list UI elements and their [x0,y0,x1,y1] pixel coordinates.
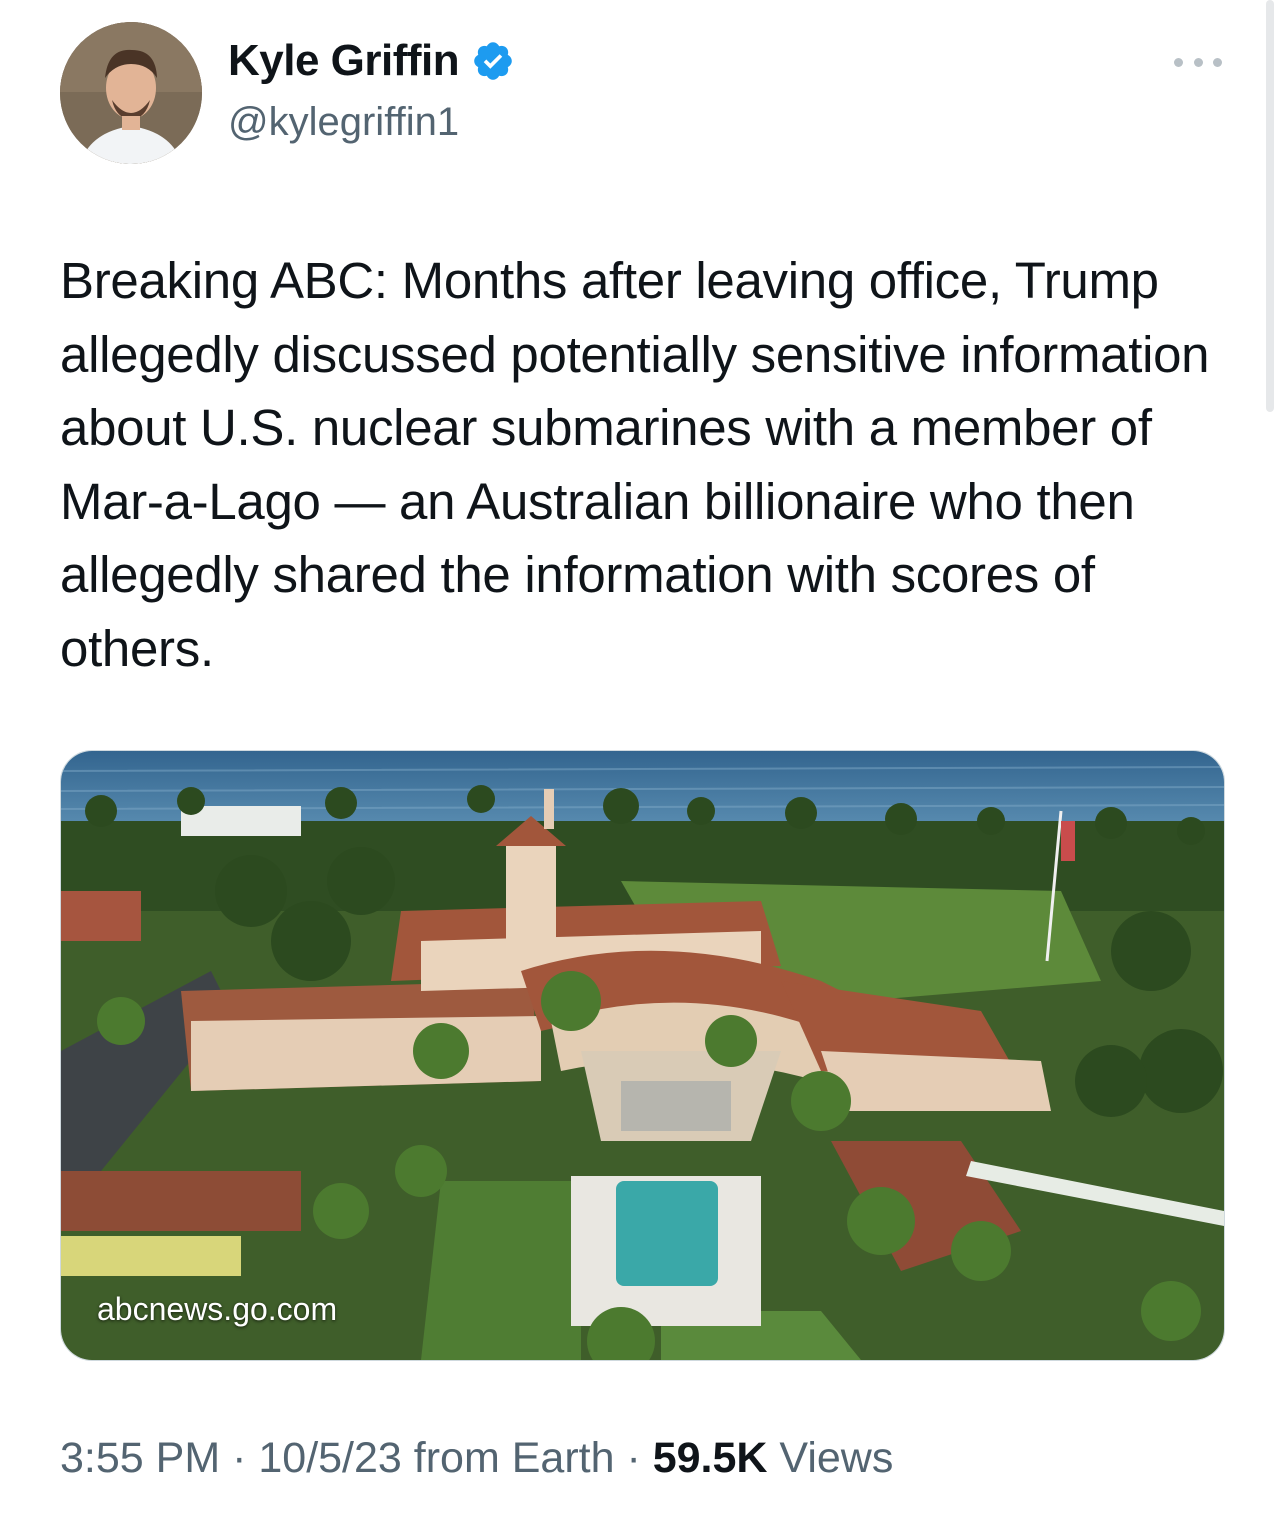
separator: · [220,1434,259,1482]
more-horizontal-icon[interactable] [1174,52,1222,72]
avatar[interactable] [60,22,202,164]
tweet-text: Breaking ABC: Months after leaving offic… [60,252,1210,677]
tweet-date[interactable]: 10/5/23 [258,1434,401,1482]
tweet-source: from Earth [401,1434,615,1482]
more-dot [1174,57,1183,67]
author-name-row[interactable]: Kyle Griffin [228,36,515,86]
separator: · [614,1434,653,1482]
views-count[interactable]: 59.5K [653,1434,768,1482]
tweet-time[interactable]: 3:55 PM [60,1434,220,1482]
views-label: Views [767,1434,894,1482]
aerial-estate-photo [61,751,1224,1360]
tweet-meta: 3:55 PM · 10/5/23 from Earth · 59.5K Vie… [60,1434,893,1483]
card-domain: abcnews.go.com [97,1291,338,1327]
author-name[interactable]: Kyle Griffin [228,36,460,86]
more-dot [1193,57,1203,67]
scrollbar[interactable] [1266,0,1274,412]
author-handle[interactable]: @kylegriffin1 [228,100,459,145]
avatar-image [60,22,202,164]
link-card-image[interactable]: abcnews.go.com [60,750,1225,1361]
more-dot [1213,57,1222,67]
verified-badge-icon [474,42,512,80]
